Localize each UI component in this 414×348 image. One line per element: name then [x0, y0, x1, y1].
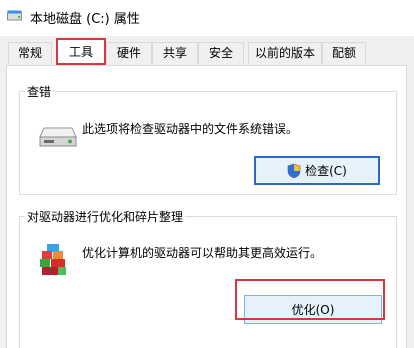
shield-icon — [287, 163, 301, 178]
hard-drive-icon — [39, 127, 77, 147]
optimize-description: 优化计算机的驱动器可以帮助其更高效运行。 — [82, 246, 323, 260]
error-check-title: 查错 — [25, 83, 54, 100]
tab-sharing[interactable]: 共享 — [152, 42, 198, 64]
tools-panel: 查错 此选项将检查驱动器中的文件系统错误。 检查(C) 对驱动器进行优化和碎片整… — [6, 65, 407, 348]
tab-tools[interactable]: 工具 — [56, 39, 106, 66]
error-check-group: 查错 此选项将检查驱动器中的文件系统错误。 检查(C) — [19, 83, 397, 195]
title-bar: 本地磁盘 (C:) 属性 — [0, 0, 414, 36]
tab-general[interactable]: 常规 — [8, 42, 52, 64]
tab-hardware[interactable]: 硬件 — [106, 42, 152, 64]
defrag-icon — [40, 244, 66, 275]
drive-icon — [7, 10, 22, 21]
tab-security[interactable]: 安全 — [198, 42, 244, 64]
optimize-group: 对驱动器进行优化和碎片整理 优化计算机的驱动器可以帮助其更高效运行。 优化(O) — [19, 208, 397, 348]
optimize-button[interactable]: 优化(O) — [244, 295, 382, 324]
window-title: 本地磁盘 (C:) 属性 — [30, 12, 140, 27]
error-check-description: 此选项将检查驱动器中的文件系统错误。 — [82, 122, 299, 136]
tab-quota[interactable]: 配额 — [322, 42, 366, 64]
tab-strip: 常规 工具 硬件 共享 安全 以前的版本 配额 — [0, 36, 414, 66]
optimize-title: 对驱动器进行优化和碎片整理 — [25, 208, 186, 225]
check-button-label: 检查(C) — [305, 164, 347, 178]
optimize-button-label: 优化(O) — [291, 303, 335, 317]
tab-previous-versions[interactable]: 以前的版本 — [248, 42, 322, 64]
check-button[interactable]: 检查(C) — [254, 156, 380, 185]
